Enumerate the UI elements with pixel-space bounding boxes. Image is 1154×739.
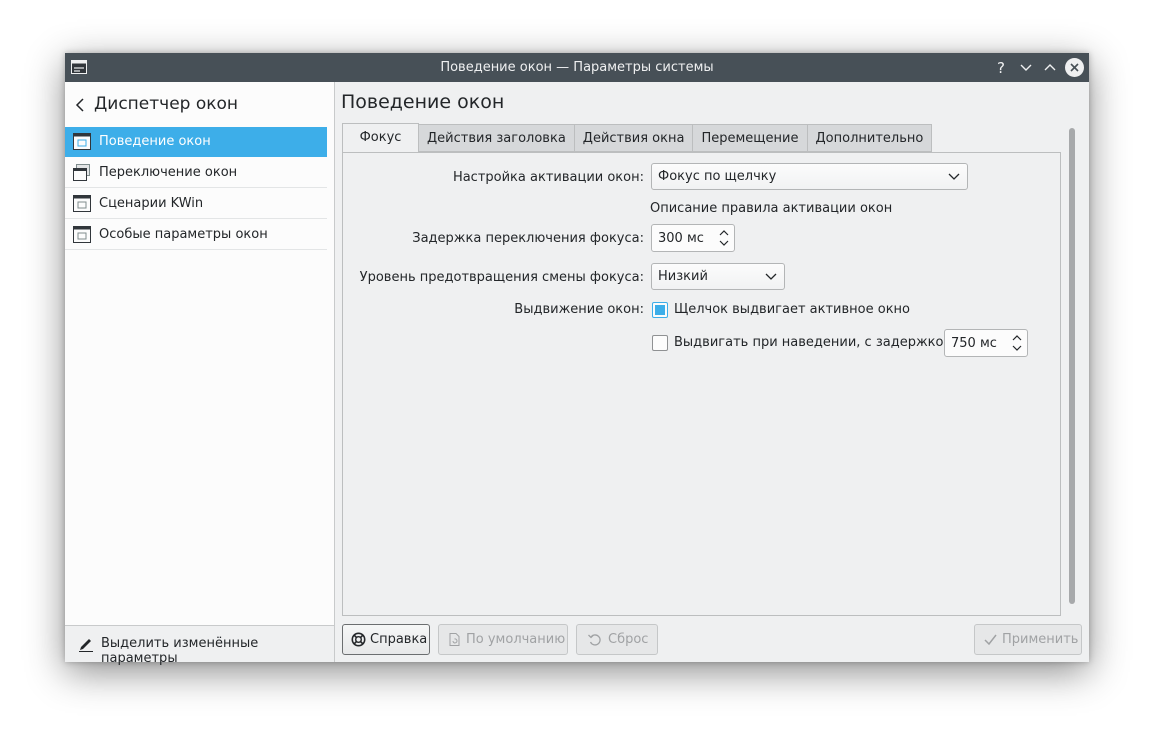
close-icon[interactable] [1065, 58, 1084, 77]
tab-advanced[interactable]: Дополнительно [807, 124, 933, 152]
tab-bar: Фокус Действия заголовка Действия окна П… [342, 123, 933, 153]
focus-prevention-label: Уровень предотвращения смены фокуса: [359, 270, 644, 285]
help-icon[interactable]: ? [991, 58, 1011, 78]
window-behavior-icon [73, 133, 91, 150]
click-raise-label[interactable]: Щелчок выдвигает активное окно [674, 302, 910, 317]
tab-focus[interactable]: Фокус [342, 123, 419, 153]
help-button-label: Справка [370, 632, 428, 647]
sidebar-item-kwin-scripts[interactable]: Сценарии KWin [65, 189, 327, 219]
sidebar-item-window-rules[interactable]: Особые параметры окон [65, 220, 327, 250]
highlight-changes-button[interactable]: Выделить изменённые параметры [65, 625, 334, 666]
activation-label: Настройка активации окон: [452, 170, 644, 185]
focus-delay-value: 300 мс [658, 231, 704, 246]
sidebar: Диспетчер окон Поведение окон Переключен… [65, 82, 335, 666]
apply-button[interactable]: Применить [974, 624, 1082, 655]
sidebar-title: Диспетчер окон [94, 94, 239, 114]
checkmark-icon [984, 634, 997, 646]
focus-prevention-value: Низкий [658, 269, 708, 284]
sidebar-list: Поведение окон Переключение окон Сценари… [65, 127, 334, 251]
pencil-icon [79, 639, 93, 652]
spin-updown-icon[interactable] [718, 228, 730, 248]
maximize-icon[interactable] [1040, 58, 1060, 78]
focus-tab-panel [342, 152, 1061, 616]
sidebar-item-window-behavior[interactable]: Поведение окон [65, 127, 327, 157]
tab-movement[interactable]: Перемещение [693, 124, 808, 152]
tab-titlebar-actions[interactable]: Действия заголовка [419, 124, 575, 152]
reset-button-label: Сброс [608, 632, 649, 647]
title-bar[interactable]: Поведение окон — Параметры системы ? [65, 53, 1089, 82]
sidebar-item-label: Особые параметры окон [99, 227, 268, 242]
sidebar-item-label: Поведение окон [99, 134, 211, 149]
activation-policy-value: Фокус по щелчку [658, 169, 777, 184]
activation-policy-combo[interactable]: Фокус по щелчку [651, 163, 968, 190]
task-switcher-icon [73, 164, 90, 181]
hover-raise-label[interactable]: Выдвигать при наведении, с задержкой: [674, 335, 956, 350]
raise-label: Выдвижение окон: [514, 302, 644, 317]
defaults-button-label: По умолчанию [466, 632, 566, 647]
help-button[interactable]: Справка [342, 624, 430, 655]
window-rules-icon [73, 226, 91, 243]
back-arrow-icon[interactable] [75, 97, 87, 113]
sidebar-item-label: Переключение окон [99, 165, 238, 180]
sidebar-item-label: Сценарии KWin [99, 196, 204, 211]
help-glyph: ? [997, 59, 1005, 77]
focus-prevention-combo[interactable]: Низкий [651, 263, 785, 290]
kwin-scripts-icon [73, 195, 91, 212]
minimize-icon[interactable] [1016, 58, 1036, 78]
chevron-down-icon [765, 273, 777, 280]
activation-description: Описание правила активации окон [650, 201, 893, 216]
scrollbar-thumb[interactable] [1069, 128, 1075, 604]
hover-delay-value: 750 мс [951, 336, 997, 351]
defaults-button[interactable]: По умолчанию [438, 624, 568, 655]
sidebar-item-task-switcher[interactable]: Переключение окон [65, 158, 327, 188]
document-revert-icon [449, 633, 460, 646]
apply-button-label: Применить [1002, 632, 1079, 647]
spin-updown-icon[interactable] [1011, 333, 1023, 353]
hover-raise-checkbox[interactable] [652, 335, 668, 351]
lifebuoy-icon [351, 632, 366, 647]
undo-icon [588, 634, 601, 646]
focus-delay-spinbox[interactable]: 300 мс [651, 224, 735, 252]
highlight-changes-label: Выделить изменённые параметры [101, 636, 259, 666]
chevron-down-icon [948, 173, 960, 180]
window-title: Поведение окон — Параметры системы [440, 60, 714, 75]
page-title: Поведение окон [341, 91, 505, 113]
settings-window: Поведение окон — Параметры системы ? Дис… [65, 53, 1089, 666]
click-raise-checkbox[interactable] [652, 302, 668, 318]
focus-delay-label: Задержка переключения фокуса: [412, 231, 644, 246]
hover-delay-spinbox[interactable]: 750 мс [944, 329, 1028, 357]
tab-window-actions[interactable]: Действия окна [574, 124, 694, 152]
sidebar-back-header[interactable]: Диспетчер окон [65, 82, 334, 127]
reset-button[interactable]: Сброс [576, 624, 658, 655]
